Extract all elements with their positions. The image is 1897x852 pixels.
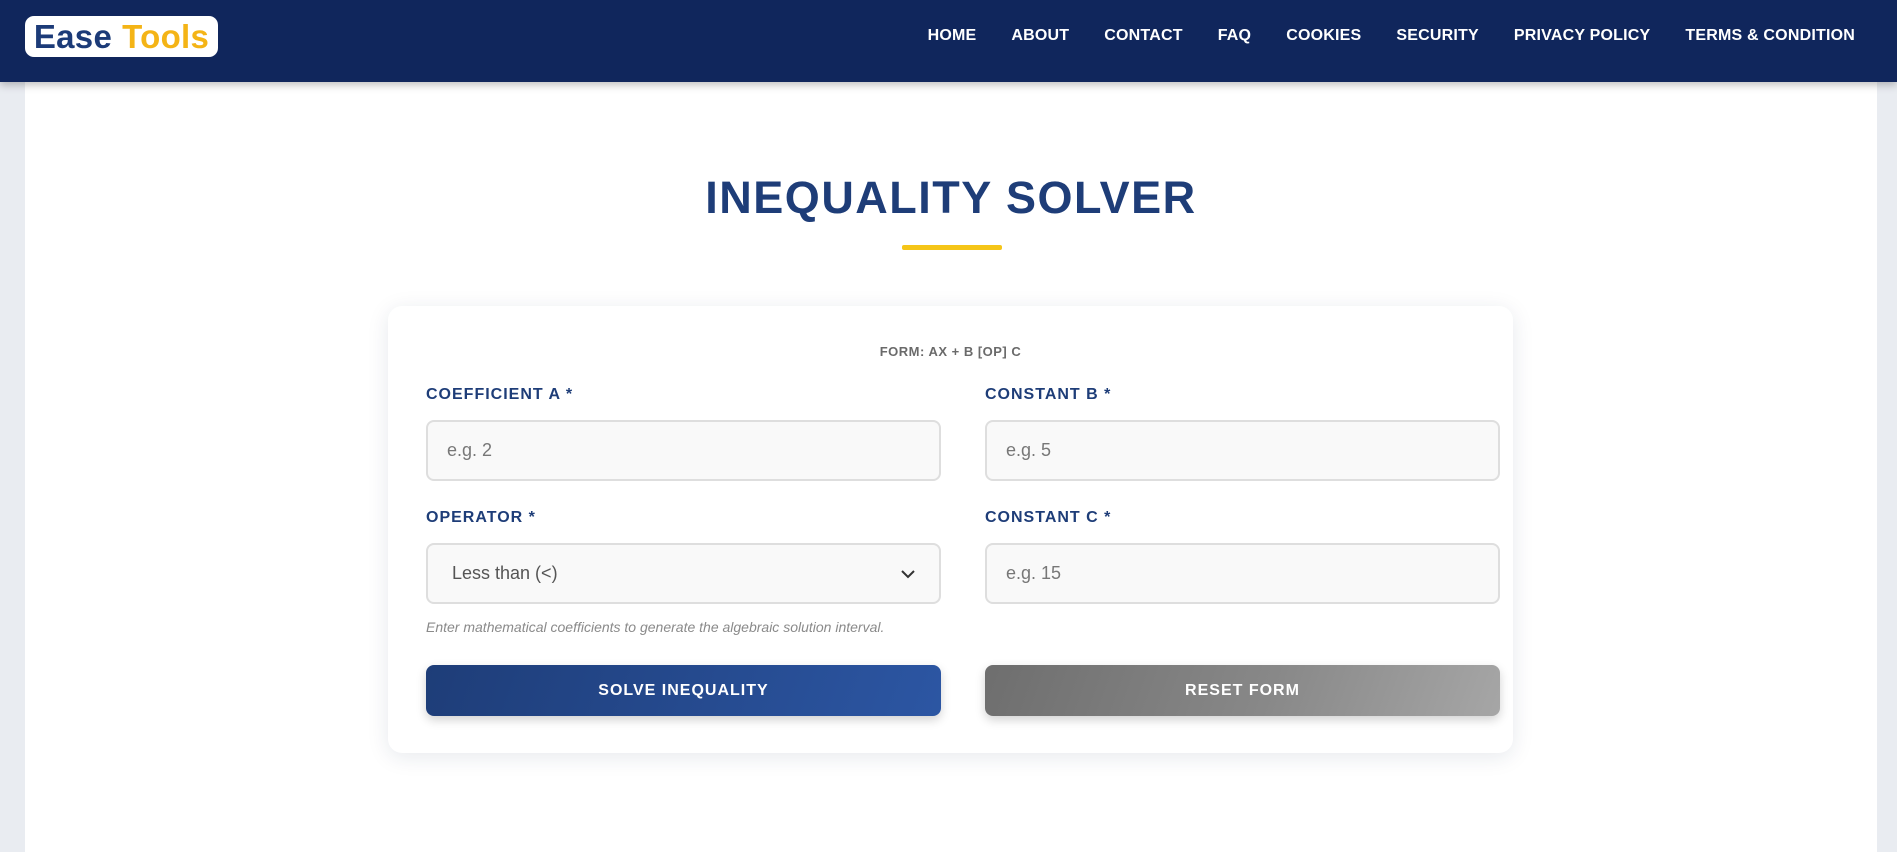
operator-select[interactable]: Less than (<): [426, 543, 941, 604]
site-logo[interactable]: Ease Tools: [25, 16, 218, 57]
page-title: INEQUALITY SOLVER: [705, 172, 1197, 223]
constant-b-label: CONSTANT B *: [985, 386, 1112, 403]
nav-contact[interactable]: CONTACT: [1104, 27, 1182, 45]
page-content: INEQUALITY SOLVER FORM: AX + B [OP] C CO…: [25, 82, 1877, 852]
form-caption: FORM: AX + B [OP] C: [879, 344, 1022, 359]
solver-card: FORM: AX + B [OP] C COEFFICIENT A * CONS…: [388, 306, 1513, 753]
solve-inequality-button[interactable]: SOLVE INEQUALITY: [426, 665, 941, 716]
reset-form-button[interactable]: RESET FORM: [985, 665, 1500, 716]
nav-home[interactable]: HOME: [928, 27, 977, 45]
nav-about[interactable]: ABOUT: [1011, 27, 1069, 45]
constant-b-input[interactable]: [985, 420, 1500, 481]
chevron-down-icon: [901, 567, 915, 581]
operator-selected-value: Less than (<): [452, 563, 558, 583]
nav-terms-condition[interactable]: TERMS & CONDITION: [1685, 27, 1855, 45]
operator-label: OPERATOR *: [426, 509, 536, 526]
nav-faq[interactable]: FAQ: [1218, 27, 1252, 45]
constant-c-label: CONSTANT C *: [985, 509, 1112, 526]
site-header: Ease Tools HOME ABOUT CONTACT FAQ COOKIE…: [0, 0, 1897, 82]
form-hint: Enter mathematical coefficients to gener…: [426, 619, 885, 635]
main-nav: HOME ABOUT CONTACT FAQ COOKIES SECURITY …: [893, 0, 1855, 72]
constant-c-input[interactable]: [985, 543, 1500, 604]
coefficient-a-input[interactable]: [426, 420, 941, 481]
nav-privacy-policy[interactable]: PRIVACY POLICY: [1514, 27, 1650, 45]
logo-word-tools: Tools: [122, 17, 210, 55]
nav-security[interactable]: SECURITY: [1396, 27, 1479, 45]
nav-cookies[interactable]: COOKIES: [1286, 27, 1361, 45]
title-underline: [902, 245, 1002, 250]
coefficient-a-label: COEFFICIENT A *: [426, 386, 574, 403]
logo-word-ease: Ease: [33, 17, 113, 55]
